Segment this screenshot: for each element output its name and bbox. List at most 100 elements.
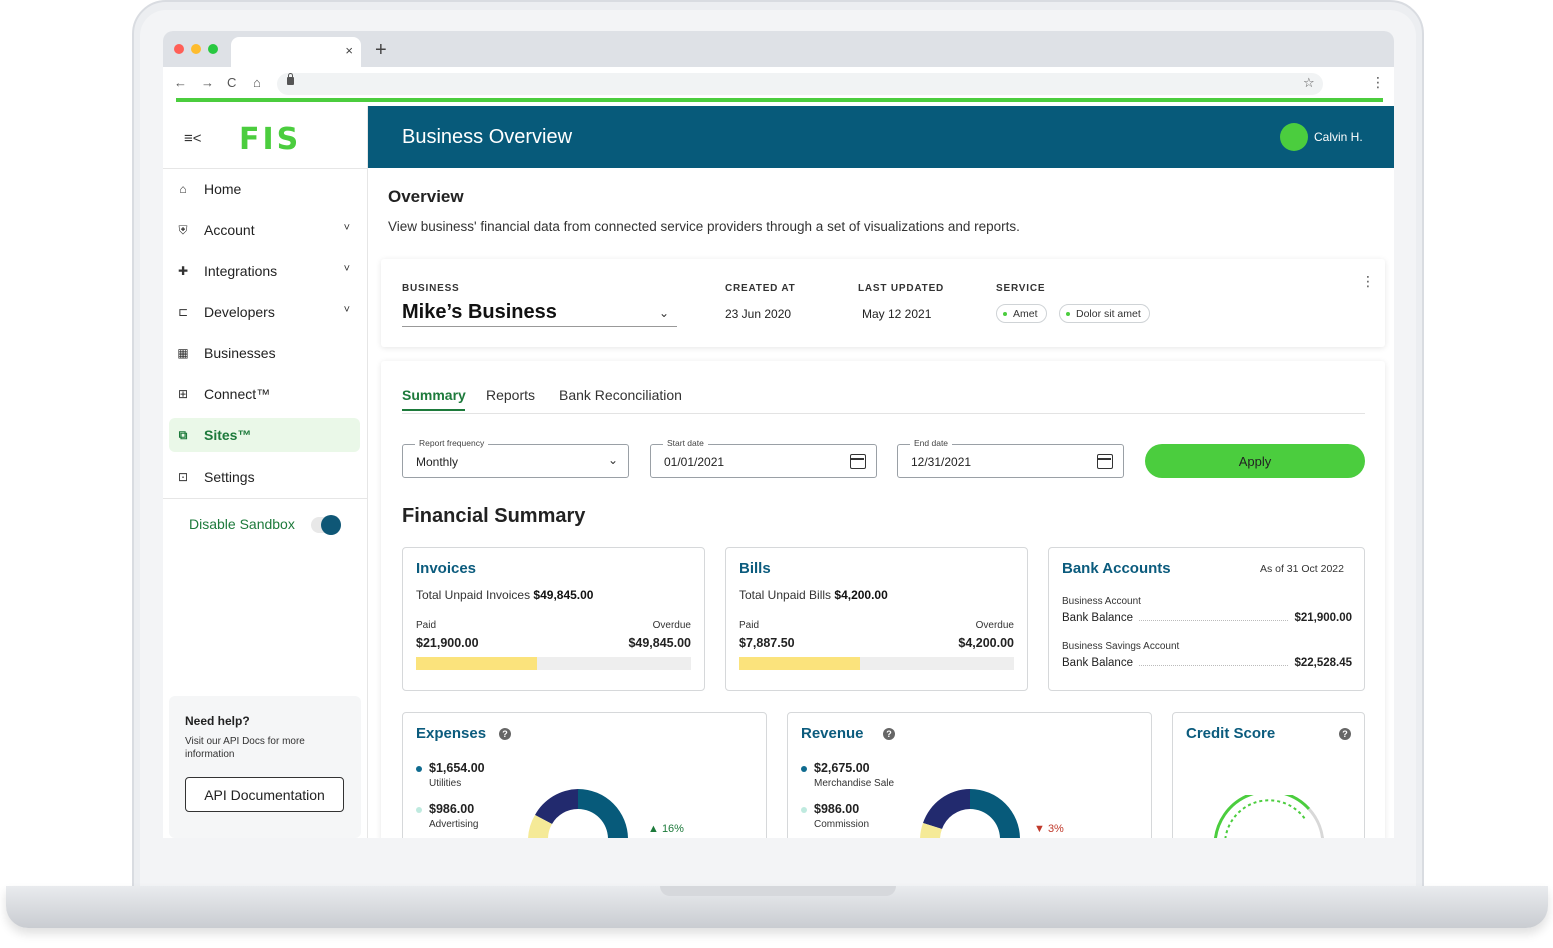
- legend-amount: $1,654.00: [429, 761, 485, 775]
- sidebar-item-connect[interactable]: ⊞ Connect™: [169, 377, 360, 411]
- sidebar-item-settings[interactable]: ⊡ Settings: [169, 460, 360, 494]
- window-close-dot[interactable]: [174, 44, 184, 54]
- legend-label: Advertising: [429, 819, 479, 830]
- sidebar-item-label: Settings: [204, 469, 255, 485]
- bank-balance-label: Bank Balance: [1062, 612, 1133, 624]
- collapse-menu-icon[interactable]: ≡<: [184, 130, 202, 147]
- api-documentation-button[interactable]: API Documentation: [185, 777, 344, 812]
- window-minimize-dot[interactable]: [191, 44, 201, 54]
- expenses-trend: ▲ 16%: [648, 823, 684, 835]
- help-icon[interactable]: ?: [883, 728, 895, 740]
- chevron-down-icon[interactable]: ˅: [344, 222, 350, 234]
- report-frequency-value: Monthly: [416, 455, 459, 469]
- invoices-card: Invoices Total Unpaid Invoices $49,845.0…: [402, 547, 705, 691]
- sidebar-item-sites[interactable]: ⧉ Sites™: [169, 418, 360, 452]
- sidebar-divider: [163, 168, 368, 169]
- sidebar-item-developers[interactable]: ⊏ Developers ˅: [169, 295, 360, 329]
- invoices-title: Invoices: [416, 560, 477, 577]
- invoices-overdue-value: $49,845.00: [628, 636, 691, 650]
- chip-dot: [1066, 311, 1070, 316]
- legend-amount: $986.00: [814, 802, 860, 816]
- chevron-down-icon[interactable]: ˅: [344, 304, 350, 316]
- bookmark-star-icon[interactable]: ☆: [1303, 75, 1315, 91]
- bank-account-name: Business Savings Account: [1062, 641, 1180, 652]
- reload-icon[interactable]: C: [227, 75, 236, 90]
- revenue-title: Revenue: [801, 725, 864, 742]
- summary-card: Summary Reports Bank Reconciliation Repo…: [381, 361, 1385, 838]
- expenses-title: Expenses: [416, 725, 487, 742]
- end-date-field[interactable]: End date 12/31/2021: [897, 438, 1124, 478]
- report-frequency-select[interactable]: Report frequency Monthly ⌄: [402, 438, 629, 478]
- bills-title: Bills: [739, 560, 771, 577]
- business-menu-icon[interactable]: ⋮: [1361, 273, 1375, 290]
- legend-dot: [801, 766, 807, 772]
- credit-score-card: Credit Score ?: [1172, 712, 1365, 838]
- help-icon[interactable]: ?: [499, 728, 511, 740]
- sidebar-item-integrations[interactable]: ✚ Integrations ˅: [169, 254, 360, 288]
- chevron-down-icon[interactable]: ⌄: [659, 306, 669, 320]
- bank-balance-label: Bank Balance: [1062, 657, 1133, 669]
- legend-dot: [801, 807, 807, 813]
- financial-summary-title: Financial Summary: [402, 505, 586, 527]
- start-date-field[interactable]: Start date 01/01/2021: [650, 438, 877, 478]
- tab-close-icon[interactable]: ×: [345, 43, 353, 58]
- browser-tab[interactable]: ×: [231, 37, 361, 67]
- legend-amount: $2,675.00: [814, 761, 870, 775]
- bills-overdue-label: Overdue: [975, 620, 1014, 631]
- start-date-value: 01/01/2021: [664, 455, 725, 469]
- avatar[interactable]: [1280, 123, 1308, 151]
- tab-bank-reconciliation[interactable]: Bank Reconciliation: [559, 387, 682, 403]
- calendar-icon[interactable]: [850, 454, 866, 469]
- legend-amount: $986.00: [429, 802, 475, 816]
- help-box: Need help? Visit our API Docs for more i…: [169, 696, 361, 838]
- chevron-down-icon[interactable]: ˅: [344, 263, 350, 275]
- address-bar[interactable]: [277, 73, 1323, 95]
- created-label: CREATED AT: [725, 283, 796, 294]
- sidebar-item-label: Connect™: [204, 386, 271, 402]
- page-load-bar: [176, 98, 1383, 102]
- bills-progress-fill: [739, 657, 860, 670]
- sidebar-item-home[interactable]: ⌂ Home: [169, 172, 360, 206]
- tab-summary[interactable]: Summary: [402, 387, 466, 403]
- expenses-donut-chart: [528, 789, 628, 838]
- report-frequency-label: Report frequency: [415, 438, 489, 448]
- forward-icon[interactable]: →: [201, 75, 214, 90]
- home-nav-icon[interactable]: ⌂: [253, 75, 261, 90]
- calendar-icon[interactable]: [1097, 454, 1113, 469]
- tab-reports[interactable]: Reports: [486, 387, 535, 403]
- expenses-card: Expenses ? $1,654.00 Utilities $986.00 A…: [402, 712, 767, 838]
- bank-accounts-as-of: As of 31 Oct 2022: [1259, 563, 1344, 575]
- home-icon: ⌂: [179, 182, 187, 196]
- business-select[interactable]: Mike’s Business: [402, 301, 557, 324]
- created-value: 23 Jun 2020: [725, 307, 792, 321]
- puzzle-icon: ✚: [177, 264, 189, 278]
- chevron-down-icon: ⌄: [607, 453, 618, 467]
- building-icon: ▦: [177, 346, 189, 360]
- gauge-arc-track: [1307, 807, 1324, 838]
- updated-label: LAST UPDATED: [858, 283, 945, 294]
- bank-balance-value: $22,528.45: [1294, 657, 1352, 669]
- back-icon[interactable]: ←: [174, 75, 187, 90]
- invoices-total-value: $49,845.00: [533, 588, 594, 602]
- window-maximize-dot[interactable]: [208, 44, 218, 54]
- new-tab-icon[interactable]: +: [375, 39, 387, 62]
- user-name[interactable]: Calvin H.: [1314, 130, 1363, 144]
- sandbox-toggle-knob[interactable]: [321, 515, 341, 535]
- bank-balance-row: Bank Balance $21,900.00: [1062, 612, 1352, 624]
- browser-navbar: ← → C ⌂ ☆ ⋮: [163, 67, 1394, 101]
- invoices-paid-label: Paid: [416, 620, 437, 631]
- sidebar-item-businesses[interactable]: ▦ Businesses: [169, 336, 360, 370]
- browser-menu-icon[interactable]: ⋮: [1371, 74, 1385, 91]
- dotted-leader: [1138, 665, 1289, 666]
- help-icon[interactable]: ?: [1339, 728, 1351, 740]
- service-chip[interactable]: Dolor sit amet: [1059, 304, 1150, 323]
- start-date-label: Start date: [663, 438, 708, 448]
- service-chip[interactable]: Amet: [996, 304, 1047, 323]
- sidebar-item-label: Integrations: [204, 263, 278, 279]
- screen: × + ← → C ⌂ ☆ ⋮ ≡< FIS ⌂ Home ⛨ Account ˅ ✚ In…: [163, 31, 1394, 838]
- sidebar-item-account[interactable]: ⛨ Account ˅: [169, 213, 360, 247]
- invoices-paid-value: $21,900.00: [416, 636, 479, 650]
- apply-button[interactable]: Apply: [1145, 444, 1365, 478]
- sites-icon: ⧉: [178, 427, 188, 442]
- active-tab-indicator: [402, 409, 465, 411]
